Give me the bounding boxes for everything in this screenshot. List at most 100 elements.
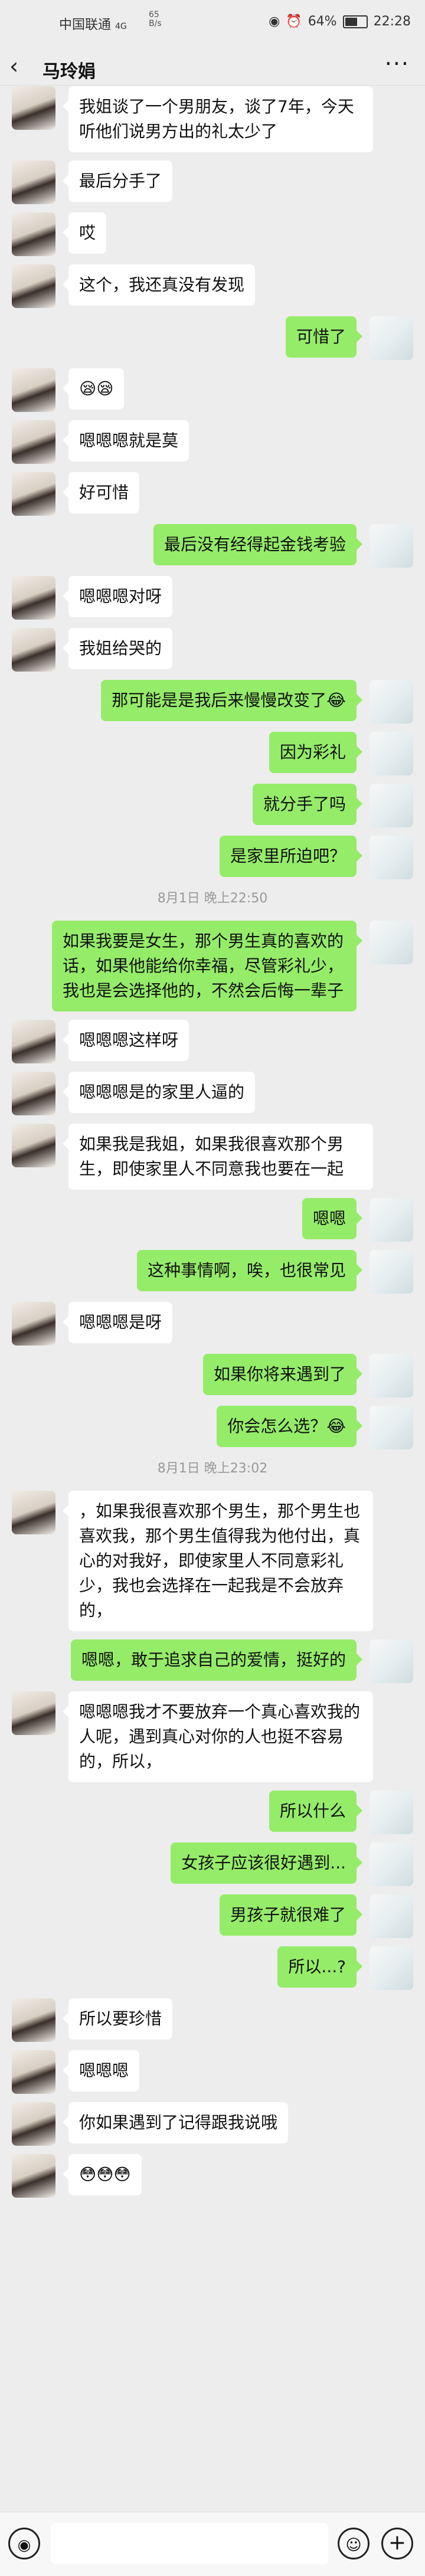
- message-bubble[interactable]: 嗯嗯，敢于追求自己的爱情，挺好的: [70, 1639, 363, 1681]
- message-bubble[interactable]: 就分手了吗: [252, 784, 363, 825]
- avatar[interactable]: [12, 2102, 55, 2146]
- message-bubble[interactable]: 可惜了: [285, 316, 363, 358]
- message-bubble[interactable]: 我姐谈了一个男朋友，谈了7年，今天听他们说男方出的礼太少了: [63, 86, 373, 152]
- message-bubble[interactable]: 因为彩礼: [269, 732, 363, 773]
- sent-message: 这种事情啊，唉，也很常见: [0, 1250, 425, 1294]
- avatar[interactable]: [370, 1842, 413, 1886]
- received-message: 😳😳😳: [0, 2154, 425, 2198]
- message-bubble[interactable]: 嗯嗯嗯这样呀: [62, 1020, 189, 1061]
- avatar[interactable]: [12, 1302, 55, 1346]
- message-bubble[interactable]: 最后分手了: [62, 161, 173, 202]
- avatar[interactable]: [370, 1250, 413, 1294]
- message-bubble[interactable]: 如果你将来遇到了: [202, 1354, 363, 1395]
- avatar[interactable]: [370, 680, 413, 724]
- message-bubble[interactable]: 所以要珍惜: [62, 1998, 173, 2040]
- sent-message: 你会怎么选？😂: [0, 1406, 425, 1449]
- sent-message: 那可能是是我后来慢慢改变了😂: [0, 680, 425, 724]
- message-bubble[interactable]: 嗯嗯: [302, 1198, 363, 1239]
- battery-fill: [345, 17, 357, 26]
- avatar[interactable]: [12, 2154, 55, 2198]
- more-icon[interactable]: ···: [385, 51, 410, 77]
- avatar[interactable]: [12, 472, 55, 516]
- message-bubble[interactable]: 你如果遇到了记得跟我说哦: [62, 2102, 289, 2143]
- avatar[interactable]: [12, 1124, 55, 1167]
- message-bubble[interactable]: 那可能是是我后来慢慢改变了😂: [101, 680, 362, 721]
- avatar[interactable]: [12, 420, 55, 464]
- received-message: 嗯嗯嗯对呀: [0, 576, 425, 620]
- sent-message: 女孩子应该很好遇到...: [0, 1842, 425, 1886]
- avatar[interactable]: [370, 1354, 413, 1397]
- message-bubble[interactable]: 😳😳😳: [63, 2154, 142, 2195]
- message-bubble[interactable]: 😪😪: [62, 368, 125, 410]
- received-message: 你如果遇到了记得跟我说哦: [0, 2102, 425, 2146]
- avatar[interactable]: [370, 1198, 413, 1242]
- avatar[interactable]: [12, 264, 55, 308]
- received-message: 哎: [0, 212, 425, 256]
- sent-message: 如果我要是女生，那个男生真的喜欢的话，如果他能给你幸福，尽管彩礼少，我也是会选择…: [0, 921, 425, 1012]
- avatar[interactable]: [12, 86, 55, 130]
- avatar[interactable]: [370, 316, 413, 360]
- voice-icon[interactable]: ◉: [8, 2528, 40, 2559]
- message-bubble[interactable]: 所以...?: [277, 1946, 362, 1988]
- avatar[interactable]: [12, 628, 55, 672]
- avatar[interactable]: [370, 1946, 413, 1990]
- message-bubble[interactable]: ，如果我很喜欢那个男生，那个男生也喜欢我，那个男生值得我为他付出，真心的对我好，…: [63, 1491, 373, 1631]
- avatar[interactable]: [370, 1406, 413, 1449]
- avatar[interactable]: [370, 784, 413, 827]
- plus-icon[interactable]: +: [381, 2528, 413, 2559]
- message-bubble[interactable]: 女孩子应该很好遇到...: [171, 1842, 362, 1884]
- carrier-label: 中国联通 4G: [59, 18, 127, 32]
- battery-percent: 64%: [308, 14, 337, 29]
- avatar[interactable]: [12, 1691, 55, 1735]
- received-message: 好可惜: [0, 472, 425, 516]
- message-bubble[interactable]: 这个，我还真没有发现: [62, 264, 256, 306]
- avatar[interactable]: [12, 161, 55, 204]
- message-bubble[interactable]: 嗯嗯嗯对呀: [62, 576, 173, 617]
- message-bubble[interactable]: 嗯嗯嗯就是莫: [62, 420, 189, 461]
- message-bubble[interactable]: 哎: [62, 212, 107, 254]
- message-input[interactable]: [51, 2523, 328, 2564]
- message-bubble[interactable]: 你会怎么选？😂: [217, 1406, 362, 1447]
- message-bubble[interactable]: 这种事情啊，唉，也很常见: [136, 1250, 363, 1291]
- avatar[interactable]: [12, 576, 55, 620]
- avatar[interactable]: [370, 1894, 413, 1938]
- avatar[interactable]: [12, 1072, 55, 1115]
- message-bubble[interactable]: 如果我是我姐，如果我很喜欢那个男生，即使家里人不同意我也要在一起: [63, 1124, 373, 1190]
- message-list[interactable]: 我姐谈了一个男朋友，谈了7年，今天听他们说男方出的礼太少了最后分手了哎这个，我还…: [0, 86, 425, 2512]
- avatar[interactable]: [12, 368, 55, 412]
- message-bubble[interactable]: 最后没有经得起金钱考验: [153, 524, 363, 565]
- avatar[interactable]: [370, 836, 413, 879]
- sent-message: 可惜了: [0, 316, 425, 360]
- avatar[interactable]: [12, 1998, 55, 2042]
- avatar[interactable]: [12, 1491, 55, 1534]
- avatar[interactable]: [370, 921, 413, 964]
- message-bubble[interactable]: 是家里所迫吧？: [219, 836, 363, 877]
- message-bubble[interactable]: 嗯嗯嗯我才不要放弃一个真心喜欢我的人呢，遇到真心对你的人也挺不容易的，所以，: [63, 1691, 373, 1782]
- input-bar: ◉ ☺ +: [0, 2512, 425, 2576]
- battery-icon: [342, 15, 368, 28]
- emoji-icon[interactable]: ☺: [338, 2528, 370, 2559]
- message-bubble[interactable]: 如果我要是女生，那个男生真的喜欢的话，如果他能给你幸福，尽管彩礼少，我也是会选择…: [52, 921, 362, 1012]
- sent-message: 男孩子就很难了: [0, 1894, 425, 1938]
- sent-message: 所以...?: [0, 1946, 425, 1990]
- avatar[interactable]: [12, 1020, 55, 1063]
- avatar[interactable]: [12, 2050, 55, 2094]
- avatar[interactable]: [370, 732, 413, 775]
- avatar[interactable]: [370, 524, 413, 568]
- received-message: 😪😪: [0, 368, 425, 412]
- received-message: 最后分手了: [0, 161, 425, 204]
- back-icon[interactable]: ‹: [9, 53, 18, 79]
- avatar[interactable]: [370, 1791, 413, 1834]
- message-bubble[interactable]: 好可惜: [62, 472, 140, 513]
- message-bubble[interactable]: 嗯嗯嗯是的家里人逼的: [62, 1072, 256, 1113]
- sent-message: 如果你将来遇到了: [0, 1354, 425, 1397]
- message-bubble[interactable]: 嗯嗯嗯: [62, 2050, 140, 2091]
- message-bubble[interactable]: 男孩子就很难了: [219, 1894, 363, 1936]
- message-bubble[interactable]: 所以什么: [269, 1791, 363, 1832]
- avatar[interactable]: [12, 212, 55, 256]
- message-bubble[interactable]: 我姐给哭的: [62, 628, 173, 669]
- avatar[interactable]: [370, 1639, 413, 1683]
- message-bubble[interactable]: 嗯嗯嗯是呀: [62, 1302, 173, 1343]
- sent-message: 所以什么: [0, 1791, 425, 1834]
- received-message: 嗯嗯嗯: [0, 2050, 425, 2094]
